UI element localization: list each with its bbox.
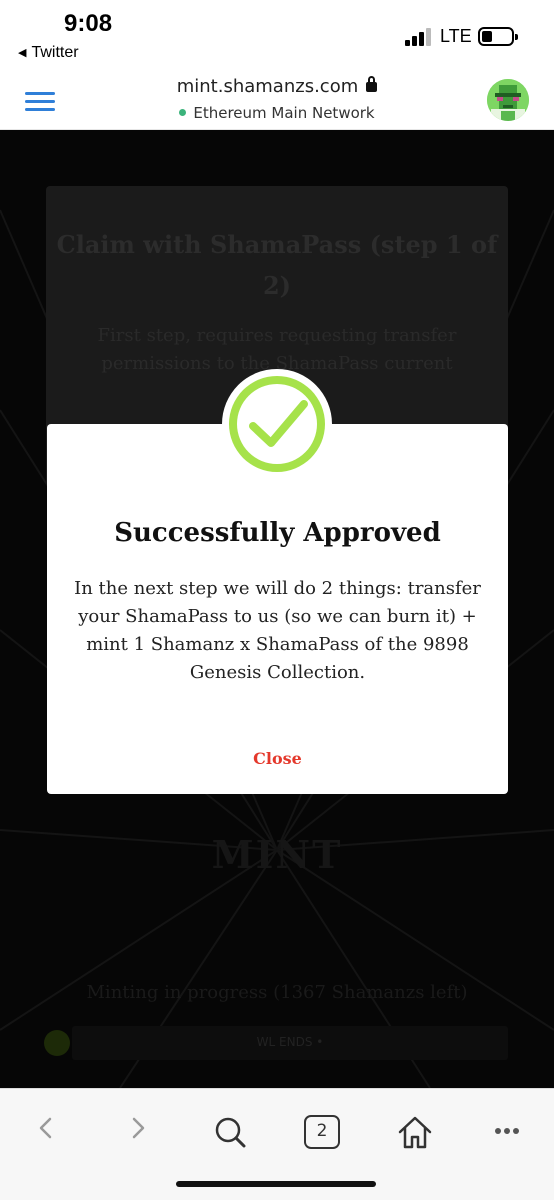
status-bar: 9:08 ◀ Twitter LTE <box>0 0 554 66</box>
minting-progress-text: Minting in progress (1367 Shamanzs left) <box>86 982 468 1003</box>
claim-card-title: Claim with ShamaPass (step 1 of 2) <box>56 230 498 300</box>
modal-body: In the next step we will do 2 things: tr… <box>74 578 481 683</box>
back-to-app-link[interactable]: ◀ Twitter <box>18 44 79 62</box>
back-triangle-icon: ◀ <box>18 47 27 59</box>
account-avatar[interactable] <box>487 79 529 121</box>
forward-icon[interactable] <box>128 1113 148 1143</box>
lock-icon <box>366 76 378 92</box>
close-button[interactable]: Close <box>47 749 508 768</box>
progress-knob <box>44 1030 70 1056</box>
checkmark-circle-icon <box>222 369 332 479</box>
home-indicator[interactable] <box>176 1181 376 1187</box>
signal-strength-icon <box>405 24 435 46</box>
network-type-label: LTE <box>440 26 472 46</box>
network-indicator[interactable]: Ethereum Main Network <box>0 104 554 122</box>
back-icon[interactable] <box>36 1113 56 1143</box>
avatar-pixel-art <box>487 79 529 121</box>
home-icon[interactable] <box>397 1115 433 1149</box>
url-text: mint.shamanzs.com <box>176 76 359 97</box>
status-time: 9:08 <box>64 10 113 37</box>
battery-icon <box>478 27 518 46</box>
modal-title: Successfully Approved <box>114 518 441 548</box>
wl-progress-bar: WL ENDS • <box>72 1026 508 1060</box>
tabs-icon[interactable]: 2 <box>304 1115 340 1149</box>
wl-ends-label: WL ENDS • <box>256 1035 324 1049</box>
tab-count: 2 <box>316 1121 328 1141</box>
mint-heading: MINT <box>211 832 343 877</box>
network-status-dot <box>179 109 187 116</box>
url-display[interactable]: mint.shamanzs.com <box>0 76 554 97</box>
network-label: Ethereum Main Network <box>193 104 375 122</box>
back-app-label: Twitter <box>31 44 79 61</box>
browser-address-bar: mint.shamanzs.com Ethereum Main Network <box>0 66 554 130</box>
more-icon[interactable] <box>494 1127 520 1135</box>
search-icon[interactable] <box>213 1115 247 1149</box>
